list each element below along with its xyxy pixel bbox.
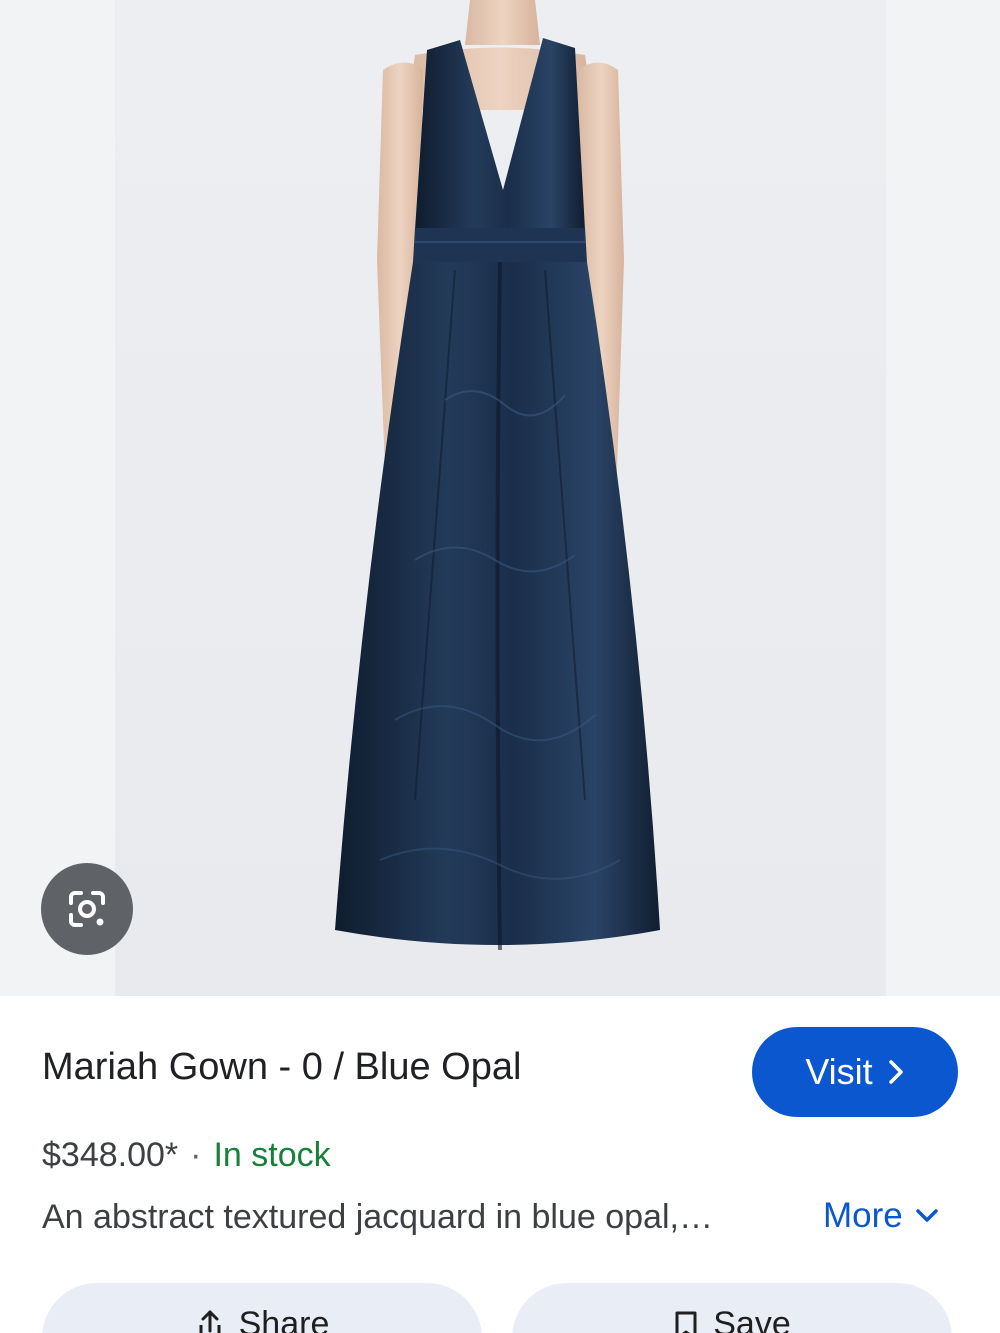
product-title: Mariah Gown - 0 / Blue Opal [42, 1046, 522, 1088]
product-image[interactable] [115, 0, 886, 996]
product-description: An abstract textured jacquard in blue op… [42, 1198, 713, 1236]
more-button[interactable]: More [823, 1196, 939, 1236]
stock-status: In stock [213, 1136, 331, 1174]
share-label: Share [238, 1305, 330, 1333]
chevron-right-icon [887, 1059, 905, 1085]
visit-label: Visit [805, 1051, 873, 1092]
bookmark-icon [673, 1309, 699, 1333]
price-availability-row: $348.00* · In stock [42, 1136, 331, 1175]
google-lens-icon [63, 885, 111, 933]
visit-button[interactable]: Visit [752, 1027, 958, 1117]
separator-dot: · [190, 1136, 202, 1174]
image-viewer [0, 0, 1000, 996]
product-info-panel: Mariah Gown - 0 / Blue Opal Visit $348.0… [0, 996, 1000, 1333]
save-label: Save [713, 1305, 791, 1333]
more-label: More [823, 1196, 903, 1235]
product-detail-screen: Mariah Gown - 0 / Blue Opal Visit $348.0… [0, 0, 1000, 1333]
google-lens-button[interactable] [41, 863, 133, 955]
share-icon [195, 1309, 225, 1333]
share-button[interactable]: Share [42, 1283, 482, 1333]
chevron-down-icon [915, 1208, 939, 1224]
price: $348.00* [42, 1136, 179, 1174]
save-button[interactable]: Save [512, 1283, 952, 1333]
dress-illustration [335, 0, 660, 951]
